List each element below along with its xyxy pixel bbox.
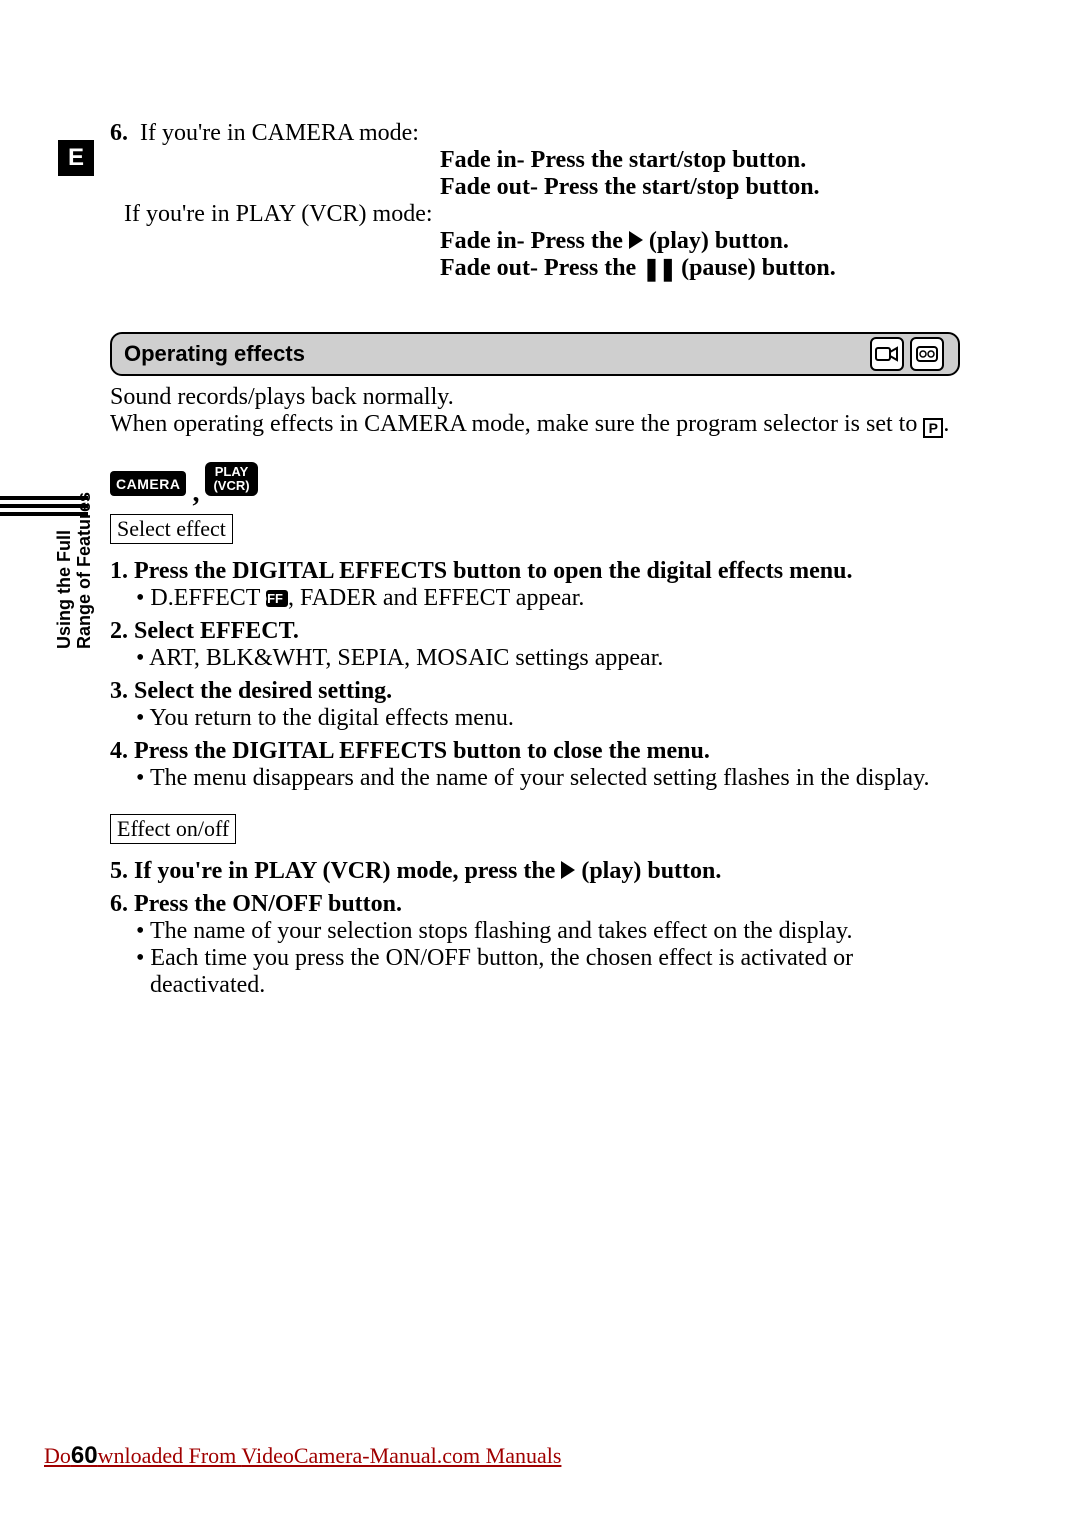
play-fadein: Fade in- Press the (play) button. xyxy=(440,228,960,255)
comma: , xyxy=(192,488,199,498)
pause-icon: ❚❚ xyxy=(642,256,675,282)
step-4-bullet: The menu disappears and the name of your… xyxy=(150,765,960,792)
select-effect-box: Select effect xyxy=(110,514,233,544)
step-5-pre: If you're in PLAY (VCR) mode, press the xyxy=(134,858,561,884)
play-vcr-mode-badge: PLAY(VCR) xyxy=(205,462,257,496)
section-icons xyxy=(870,336,954,372)
language-badge: E xyxy=(58,140,94,176)
step-6-text: If you're in CAMERA mode: xyxy=(140,120,419,147)
camera-mode-badge: CAMERA xyxy=(110,471,186,496)
footer-link[interactable]: Do60wnloaded From VideoCamera-Manual.com… xyxy=(44,1443,561,1468)
step-num: 2. xyxy=(110,618,128,645)
step-num: 3. xyxy=(110,678,128,705)
footer-link-text: VideoCamera-Manual.com Manuals xyxy=(241,1443,561,1468)
side-line-2: Range of Features xyxy=(74,492,94,649)
off-badge: OFF xyxy=(266,590,288,607)
b1-post: , FADER and EFFECT appear. xyxy=(288,585,584,611)
program-box: P xyxy=(923,418,943,438)
step-num: 1. xyxy=(110,558,128,585)
step-6b: 6. Press the ON/OFF button. The name of … xyxy=(110,891,960,999)
effect-onoff-box: Effect on/off xyxy=(110,814,236,844)
step-1-bullet: D.EFFECT OFF, FADER and EFFECT appear. xyxy=(150,585,960,612)
camera-fadeout: Fade out- Press the start/stop button. xyxy=(440,174,960,201)
section-title: Operating effects xyxy=(112,341,958,367)
main-content: 6. If you're in CAMERA mode: Fade in- Pr… xyxy=(110,120,960,999)
step-5-post: (play) button. xyxy=(575,858,721,884)
step-6b-bullet-1: The name of your selection stops flashin… xyxy=(150,918,960,945)
step-1: 1. Press the DIGITAL EFFECTS button to o… xyxy=(110,558,960,612)
play-fadeout: Fade out- Press the ❚❚ (pause) button. xyxy=(440,255,960,282)
step-num: 4. xyxy=(110,738,128,765)
b1-pre: D.EFFECT xyxy=(150,585,266,611)
play-fadeout-post: (pause) button. xyxy=(675,255,836,281)
step-head: Select the desired setting. xyxy=(134,678,392,704)
intro-line-2-pre: When operating effects in CAMERA mode, m… xyxy=(110,411,923,437)
section-header-bar: Operating effects xyxy=(110,332,960,376)
step-head: Press the ON/OFF button. xyxy=(134,891,402,917)
step-6b-bullet-2: Each time you press the ON/OFF button, t… xyxy=(150,945,960,999)
step-2-bullet: ART, BLK&WHT, SEPIA, MOSAIC settings app… xyxy=(150,645,960,672)
page-number: 60 xyxy=(71,1442,98,1469)
step-6-block: 6. If you're in CAMERA mode: Fade in- Pr… xyxy=(110,120,960,282)
footer-mid: wnloaded From xyxy=(98,1443,242,1468)
step-head: Press the DIGITAL EFFECTS button to clos… xyxy=(134,738,710,764)
play-mode-intro: If you're in PLAY (VCR) mode: xyxy=(124,201,960,228)
play-icon xyxy=(561,861,575,879)
play-fadeout-pre: Fade out- Press the xyxy=(440,255,642,281)
footer: Do60wnloaded From VideoCamera-Manual.com… xyxy=(44,1442,561,1470)
step-num: 5. xyxy=(110,858,128,885)
intro-line-2-post: . xyxy=(943,411,949,437)
tape-icon xyxy=(910,337,944,371)
step-number: 6. xyxy=(110,120,140,147)
step-4: 4. Press the DIGITAL EFFECTS button to c… xyxy=(110,738,960,792)
step-3: 3. Select the desired setting. You retur… xyxy=(110,678,960,732)
camera-fadein: Fade in- Press the start/stop button. xyxy=(440,147,960,174)
step-head: Select EFFECT. xyxy=(134,618,299,644)
intro-line-1: Sound records/plays back normally. xyxy=(110,384,960,411)
step-head: Press the DIGITAL EFFECTS button to open… xyxy=(134,558,852,584)
step-2: 2. Select EFFECT. ART, BLK&WHT, SEPIA, M… xyxy=(110,618,960,672)
side-line-1: Using the Full xyxy=(54,530,74,649)
footer-pre: Do xyxy=(44,1443,71,1468)
play-fadein-pre: Fade in- Press the xyxy=(440,228,629,254)
step-3-bullet: You return to the digital effects menu. xyxy=(150,705,960,732)
step-5: 5. If you're in PLAY (VCR) mode, press t… xyxy=(110,858,960,885)
step-num: 6. xyxy=(110,891,128,918)
play-icon xyxy=(629,231,643,249)
mode-badges: CAMERA , PLAY(VCR) xyxy=(110,462,960,496)
intro-line-2: When operating effects in CAMERA mode, m… xyxy=(110,411,960,438)
camera-icon xyxy=(870,337,904,371)
manual-page: E Using the Full Range of Features 6. If… xyxy=(0,0,1080,1532)
play-fadein-post: (play) button. xyxy=(643,228,789,254)
